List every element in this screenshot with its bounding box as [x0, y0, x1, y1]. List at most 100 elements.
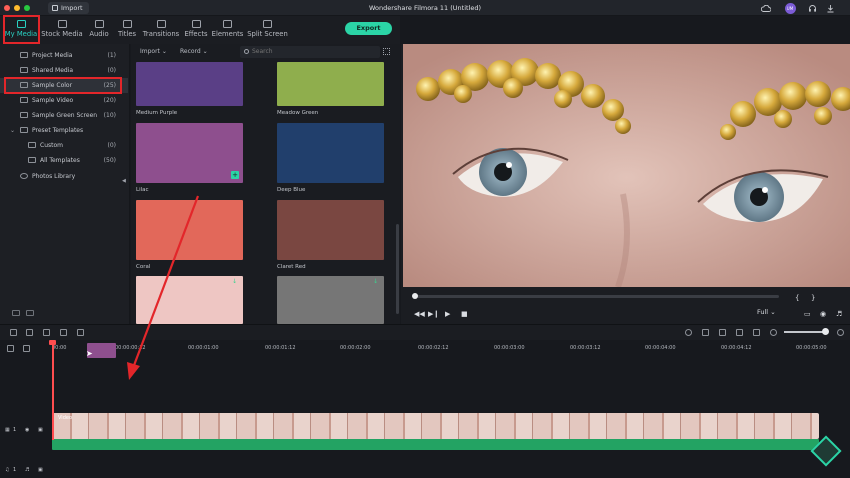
collapse-sidebar-icon[interactable]: ◀: [122, 178, 126, 184]
sidebar-item-custom[interactable]: Custom (0): [0, 138, 128, 153]
audio-track-number: 1: [13, 467, 17, 473]
tab-effects[interactable]: Effects: [182, 16, 210, 44]
folder-icon: [20, 97, 28, 103]
timeline-zoom-slider[interactable]: [784, 331, 826, 333]
user-avatar[interactable]: UM: [784, 2, 796, 14]
speaker-icon[interactable]: ♬: [25, 467, 29, 473]
sidebar-item-project-media[interactable]: Project Media (1): [0, 48, 128, 63]
zoom-out-icon[interactable]: [770, 329, 777, 336]
shield-icon[interactable]: [702, 329, 709, 336]
mark-out-icon[interactable]: }: [811, 293, 815, 303]
folder-icon: [20, 52, 28, 58]
playhead-line[interactable]: [52, 340, 54, 440]
preview-video-frame: [403, 44, 850, 287]
tab-transitions[interactable]: Transitions: [142, 16, 180, 44]
playhead-handle[interactable]: [49, 340, 56, 345]
timeline-zoom-handle[interactable]: [822, 328, 829, 335]
media-card-caption: Coral: [136, 264, 151, 270]
sidebar-item-all-templates[interactable]: All Templates (50): [0, 153, 128, 168]
tab-label: Transitions: [142, 30, 180, 38]
eye-icon[interactable]: ◉: [25, 427, 29, 433]
mouse-cursor-icon: ➤: [86, 349, 93, 358]
microphone-icon[interactable]: [736, 329, 743, 336]
chevron-down-icon[interactable]: ⌄: [10, 123, 15, 138]
sidebar-item-count: (10): [103, 112, 116, 119]
tab-titles[interactable]: Titles: [114, 16, 140, 44]
headset-icon[interactable]: [806, 2, 818, 14]
crop-icon[interactable]: [77, 329, 84, 336]
media-scrollbar[interactable]: [396, 224, 399, 314]
ruler-tick: 00:00:04:12: [721, 345, 752, 351]
tab-stock-media[interactable]: Stock Media: [41, 16, 83, 44]
download-icon[interactable]: ↓: [232, 278, 237, 285]
download-icon[interactable]: ↓: [373, 278, 378, 285]
lock-icon[interactable]: ▣: [38, 467, 43, 473]
add-to-timeline-icon[interactable]: +: [231, 171, 239, 179]
import-icon: [52, 5, 58, 11]
effects-icon: [191, 20, 201, 28]
delete-icon[interactable]: [43, 329, 50, 336]
zoom-in-icon[interactable]: [837, 329, 844, 336]
stop-icon[interactable]: ■: [461, 309, 468, 319]
timeline-ruler[interactable]: 00:00 00:00:00:12 00:00:01:00 00:00:01:1…: [0, 340, 850, 358]
cloud-icon[interactable]: [760, 2, 772, 14]
audio-clip[interactable]: [52, 439, 819, 450]
elements-icon: [223, 20, 232, 28]
step-back-icon[interactable]: ▶❙: [428, 309, 439, 319]
previous-frame-icon[interactable]: ◀◀: [414, 309, 425, 319]
redo-icon[interactable]: [26, 329, 33, 336]
close-window-button[interactable]: [4, 5, 10, 11]
playback-progress-track[interactable]: [413, 295, 779, 298]
display-icon[interactable]: ▭: [804, 309, 811, 319]
color-swatch: [277, 200, 384, 260]
ruler-tick: 00:00:03:00: [494, 345, 525, 351]
volume-icon[interactable]: ♬: [836, 309, 842, 319]
video-clip[interactable]: [52, 413, 819, 439]
import-label: Import: [61, 4, 83, 12]
sidebar-item-shared-media[interactable]: Shared Media (0): [0, 63, 128, 78]
eyes-with-sequins-image: [403, 44, 850, 287]
new-folder-icon[interactable]: [12, 310, 20, 316]
camera-snapshot-icon[interactable]: ◉: [820, 309, 826, 319]
folder-open-icon[interactable]: [26, 310, 34, 316]
ruler-tick: 00:00:01:00: [188, 345, 219, 351]
playback-scrubber-handle[interactable]: [412, 293, 418, 299]
play-icon[interactable]: ▶: [445, 309, 450, 319]
marker-icon[interactable]: [719, 329, 726, 336]
import-button[interactable]: Import: [48, 2, 89, 14]
minimize-window-button[interactable]: [14, 5, 20, 11]
mark-in-icon[interactable]: {: [795, 293, 799, 303]
record-dropdown[interactable]: Record ⌄: [180, 48, 208, 55]
grid-view-icon[interactable]: [383, 48, 390, 55]
sidebar-item-photos-library[interactable]: Photos Library: [0, 169, 128, 184]
sidebar-item-label: Photos Library: [32, 173, 76, 180]
tab-audio[interactable]: Audio: [86, 16, 112, 44]
add-track-icon[interactable]: [7, 345, 14, 352]
zoom-window-button[interactable]: [24, 5, 30, 11]
lock-icon[interactable]: ▣: [38, 427, 43, 433]
sidebar-item-sample-video[interactable]: Sample Video (20): [0, 93, 128, 108]
sidebar-item-preset-templates[interactable]: ⌄ Preset Templates: [0, 123, 128, 138]
media-card-caption: Meadow Green: [277, 110, 319, 116]
split-screen-icon: [263, 20, 272, 28]
import-dropdown[interactable]: Import ⌄: [140, 48, 167, 55]
avatar: UM: [784, 2, 796, 14]
audio-mixer-icon[interactable]: [753, 329, 760, 336]
ruler-tick: 00:00: [52, 345, 67, 351]
search-input[interactable]: [240, 46, 380, 58]
preview-zoom-dropdown[interactable]: Full ⌄: [757, 308, 776, 316]
tab-label: Elements: [211, 30, 244, 38]
download-icon[interactable]: [824, 2, 836, 14]
tab-split-screen[interactable]: Split Screen: [247, 16, 288, 44]
sidebar-item-sample-green-screen[interactable]: Sample Green Screen (10): [0, 108, 128, 123]
undo-icon[interactable]: [10, 329, 17, 336]
cut-icon[interactable]: [60, 329, 67, 336]
video-track-number: 1: [13, 427, 17, 433]
ruler-tick: 00:00:04:00: [645, 345, 676, 351]
tab-elements[interactable]: Elements: [211, 16, 244, 44]
export-button[interactable]: Export: [345, 22, 392, 35]
link-icon[interactable]: [23, 345, 30, 352]
ruler-tick: 00:00:02:12: [418, 345, 449, 351]
search-icon: [244, 49, 249, 54]
render-icon[interactable]: [685, 329, 692, 336]
